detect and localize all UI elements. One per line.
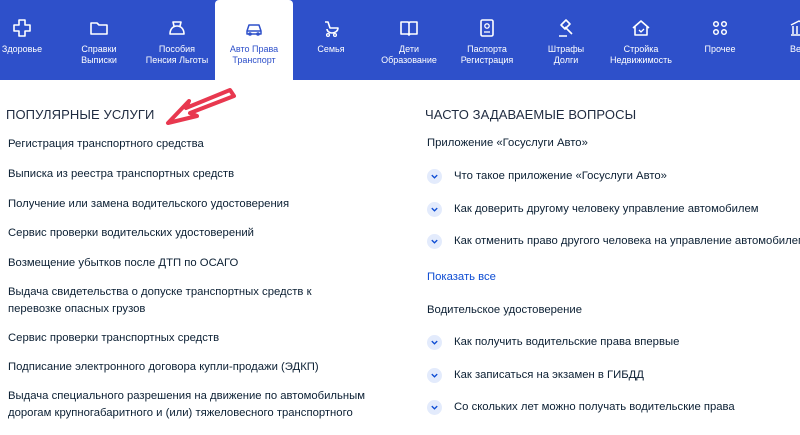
service-link[interactable]: Сервис проверки транспортных средств — [8, 330, 388, 347]
service-link[interactable]: Подписание электронного договора купли-п… — [8, 359, 388, 376]
category-navbar: Здоровье Справки Выписки Пособия Пенсия … — [0, 0, 800, 80]
category-label: Паспорта Регистрация — [460, 44, 514, 65]
category-label: Пособия Пенсия Льготы — [145, 44, 209, 65]
folder-icon — [88, 17, 110, 39]
category-agencies[interactable]: Ведом — [772, 0, 800, 80]
faq-item[interactable]: Как отменить право другого человека на у… — [427, 231, 800, 251]
passport-icon — [476, 17, 498, 39]
category-label: Стройка Недвижимость — [610, 44, 672, 65]
faq-title: ЧАСТО ЗАДАВАЕМЫЕ ВОПРОСЫ — [425, 107, 637, 122]
faq-group-title: Приложение «Госуслуги Авто» — [427, 137, 588, 149]
faq-item[interactable]: Как доверить другому человеку управление… — [427, 199, 759, 219]
chevron-down-icon — [427, 367, 442, 383]
chevron-down-icon — [427, 201, 442, 217]
house-icon — [630, 17, 652, 39]
faq-item[interactable]: Что такое приложение «Госуслуги Авто» — [427, 166, 667, 186]
faq-question: Что такое приложение «Госуслуги Авто» — [454, 170, 667, 182]
faq-item[interactable]: Как записаться на экзамен в ГИБДД — [427, 365, 644, 385]
service-link[interactable]: Регистрация транспортного средства — [8, 136, 388, 153]
faq-group-title: Водительское удостоверение — [427, 304, 583, 316]
plus-icon — [11, 17, 33, 39]
service-link[interactable]: Выдача свидетельства о допуске транспорт… — [8, 284, 368, 318]
category-label: Дети Образование — [381, 44, 437, 65]
category-label: Авто Права Транспорт — [229, 44, 279, 65]
category-passport[interactable]: Паспорта Регистрация — [453, 0, 521, 80]
wallet-icon — [166, 17, 188, 39]
faq-question: Как доверить другому человеку управление… — [454, 203, 759, 215]
faq-item[interactable]: Со скольких лет можно получать водительс… — [427, 397, 735, 417]
faq-question: Как получить водительские права впервые — [454, 336, 680, 348]
category-children[interactable]: Дети Образование — [372, 0, 446, 80]
category-fines[interactable]: Штрафы Долги — [540, 0, 592, 80]
faq-question: Со скольких лет можно получать водительс… — [454, 401, 735, 413]
car-icon — [243, 17, 265, 39]
popular-services-title: ПОПУЛЯРНЫЕ УСЛУГИ — [6, 107, 155, 122]
category-label: Штрафы Долги — [547, 44, 585, 65]
category-certificates[interactable]: Справки Выписки — [64, 0, 134, 80]
category-label: Здоровье — [1, 44, 43, 54]
annotation-arrow-icon — [166, 88, 236, 125]
category-label: Прочее — [704, 44, 736, 54]
category-other[interactable]: Прочее — [700, 0, 740, 80]
service-link[interactable]: Выписка из реестра транспортных средств — [8, 166, 388, 183]
stroller-icon — [320, 17, 342, 39]
chevron-down-icon — [427, 399, 442, 415]
category-benefits[interactable]: Пособия Пенсия Льготы — [140, 0, 214, 80]
category-health[interactable]: Здоровье — [0, 0, 44, 80]
category-label: Семья — [317, 44, 345, 54]
grid-icon — [709, 17, 731, 39]
gavel-icon — [555, 17, 577, 39]
chevron-down-icon — [427, 168, 442, 184]
building-icon — [788, 17, 800, 39]
service-link[interactable]: Выдача специального разрешения на движен… — [8, 388, 368, 422]
show-all-link[interactable]: Показать все — [427, 271, 496, 283]
chevron-down-icon — [427, 233, 442, 249]
category-auto[interactable]: Авто Права Транспорт — [215, 0, 293, 80]
service-link[interactable]: Возмещение убытков после ДТП по ОСАГО — [8, 255, 388, 272]
category-label: Ведом — [790, 44, 800, 54]
service-link[interactable]: Получение или замена водительского удост… — [8, 196, 388, 213]
faq-question: Как отменить право другого человека на у… — [454, 235, 800, 247]
faq-item[interactable]: Как получить водительские права впервые — [427, 332, 679, 352]
category-construction[interactable]: Стройка Недвижимость — [602, 0, 680, 80]
category-label: Справки Выписки — [81, 44, 117, 65]
service-link[interactable]: Сервис проверки водительских удостоверен… — [8, 225, 388, 242]
category-family[interactable]: Семья — [306, 0, 356, 80]
faq-question: Как записаться на экзамен в ГИБДД — [454, 369, 644, 381]
book-icon — [398, 17, 420, 39]
chevron-down-icon — [427, 334, 442, 350]
